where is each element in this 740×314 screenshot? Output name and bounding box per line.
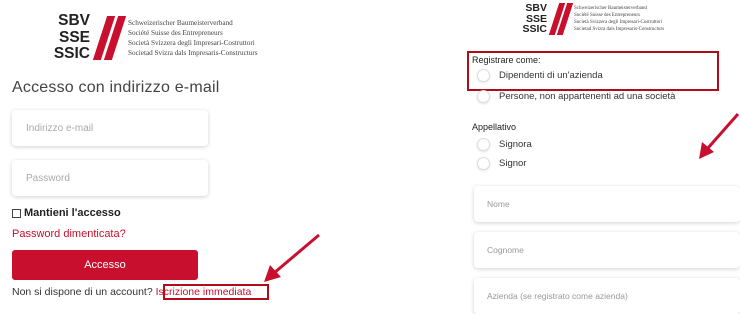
login-title: Accesso con indirizzo e-mail (12, 79, 220, 96)
company-field[interactable] (474, 278, 740, 314)
logo-name-rm: Societad Svizra dals Impresaris-Construc… (574, 27, 665, 32)
arrow-icon (699, 113, 740, 159)
association-logo: SBV SSE SSIC Schweizerischer Baumeisterv… (44, 13, 258, 63)
logo-association-names: Schweizerischer Baumeisterverband Sociét… (128, 18, 258, 58)
logo-abbr-ssic: SSIC (53, 45, 90, 62)
highlight-box-register-link (163, 284, 269, 300)
logo-abbr-ssic: SSIC (522, 23, 547, 36)
logo-name-fr: Société Suisse des Entrepreneurs (574, 13, 640, 18)
remember-me-label: Mantieni l'accesso (24, 207, 121, 219)
logo-name-rm: Societad Svizra dals Impresaris-Construc… (128, 48, 258, 57)
radio-individual-label: Persone, non appartenenti ad una società (499, 91, 676, 102)
radio-button[interactable] (477, 90, 490, 103)
logo-name-it: Società Svizzera degli Impresari-Costrut… (128, 38, 255, 47)
logo-stripes-icon (548, 3, 574, 35)
no-account-text: Non si dispone di un account? (12, 286, 153, 298)
logo-name-de: Schweizerischer Baumeisterverband (574, 6, 647, 11)
first-name-field[interactable] (474, 186, 740, 222)
logo-abbr-sse: SSE (58, 28, 90, 46)
radio-signora-label: Signora (499, 139, 532, 150)
logo-abbreviations: SBV SSE SSIC (514, 3, 547, 35)
radio-individual[interactable]: Persone, non appartenenti ad una società (477, 90, 675, 103)
login-button[interactable]: Accesso (12, 250, 198, 280)
logo-name-de: Schweizerischer Baumeisterverband (128, 18, 233, 27)
salutation-label: Appellativo (472, 122, 517, 132)
email-field[interactable] (12, 110, 208, 146)
arrow-icon (264, 233, 320, 282)
radio-button[interactable] (477, 138, 490, 151)
radio-signor[interactable]: Signor (477, 157, 526, 170)
password-field[interactable] (12, 160, 208, 196)
logo-abbr-sbv: SBV (58, 12, 90, 29)
radio-button[interactable] (477, 157, 490, 170)
radio-signor-label: Signor (499, 158, 527, 169)
association-logo-small: SBV SSE SSIC Schweizerischer Baumeisterv… (514, 3, 664, 35)
remember-me-checkbox[interactable] (12, 208, 21, 218)
logo-abbreviations: SBV SSE SSIC (44, 13, 90, 63)
forgot-password-link[interactable]: Password dimenticata? (12, 228, 126, 240)
last-name-field[interactable] (474, 232, 740, 268)
logo-name-fr: Société Suisse des Entrepreneurs (128, 28, 223, 37)
logo-association-names: Schweizerischer Baumeisterverband Sociét… (574, 5, 664, 33)
highlight-box-register-as (467, 51, 719, 91)
remember-me-row[interactable]: Mantieni l'accesso (12, 207, 121, 219)
logo-name-it: Società Svizzera degli Impresari-Costrut… (574, 20, 663, 25)
radio-signora[interactable]: Signora (477, 138, 532, 151)
logo-stripes-icon (92, 15, 127, 60)
